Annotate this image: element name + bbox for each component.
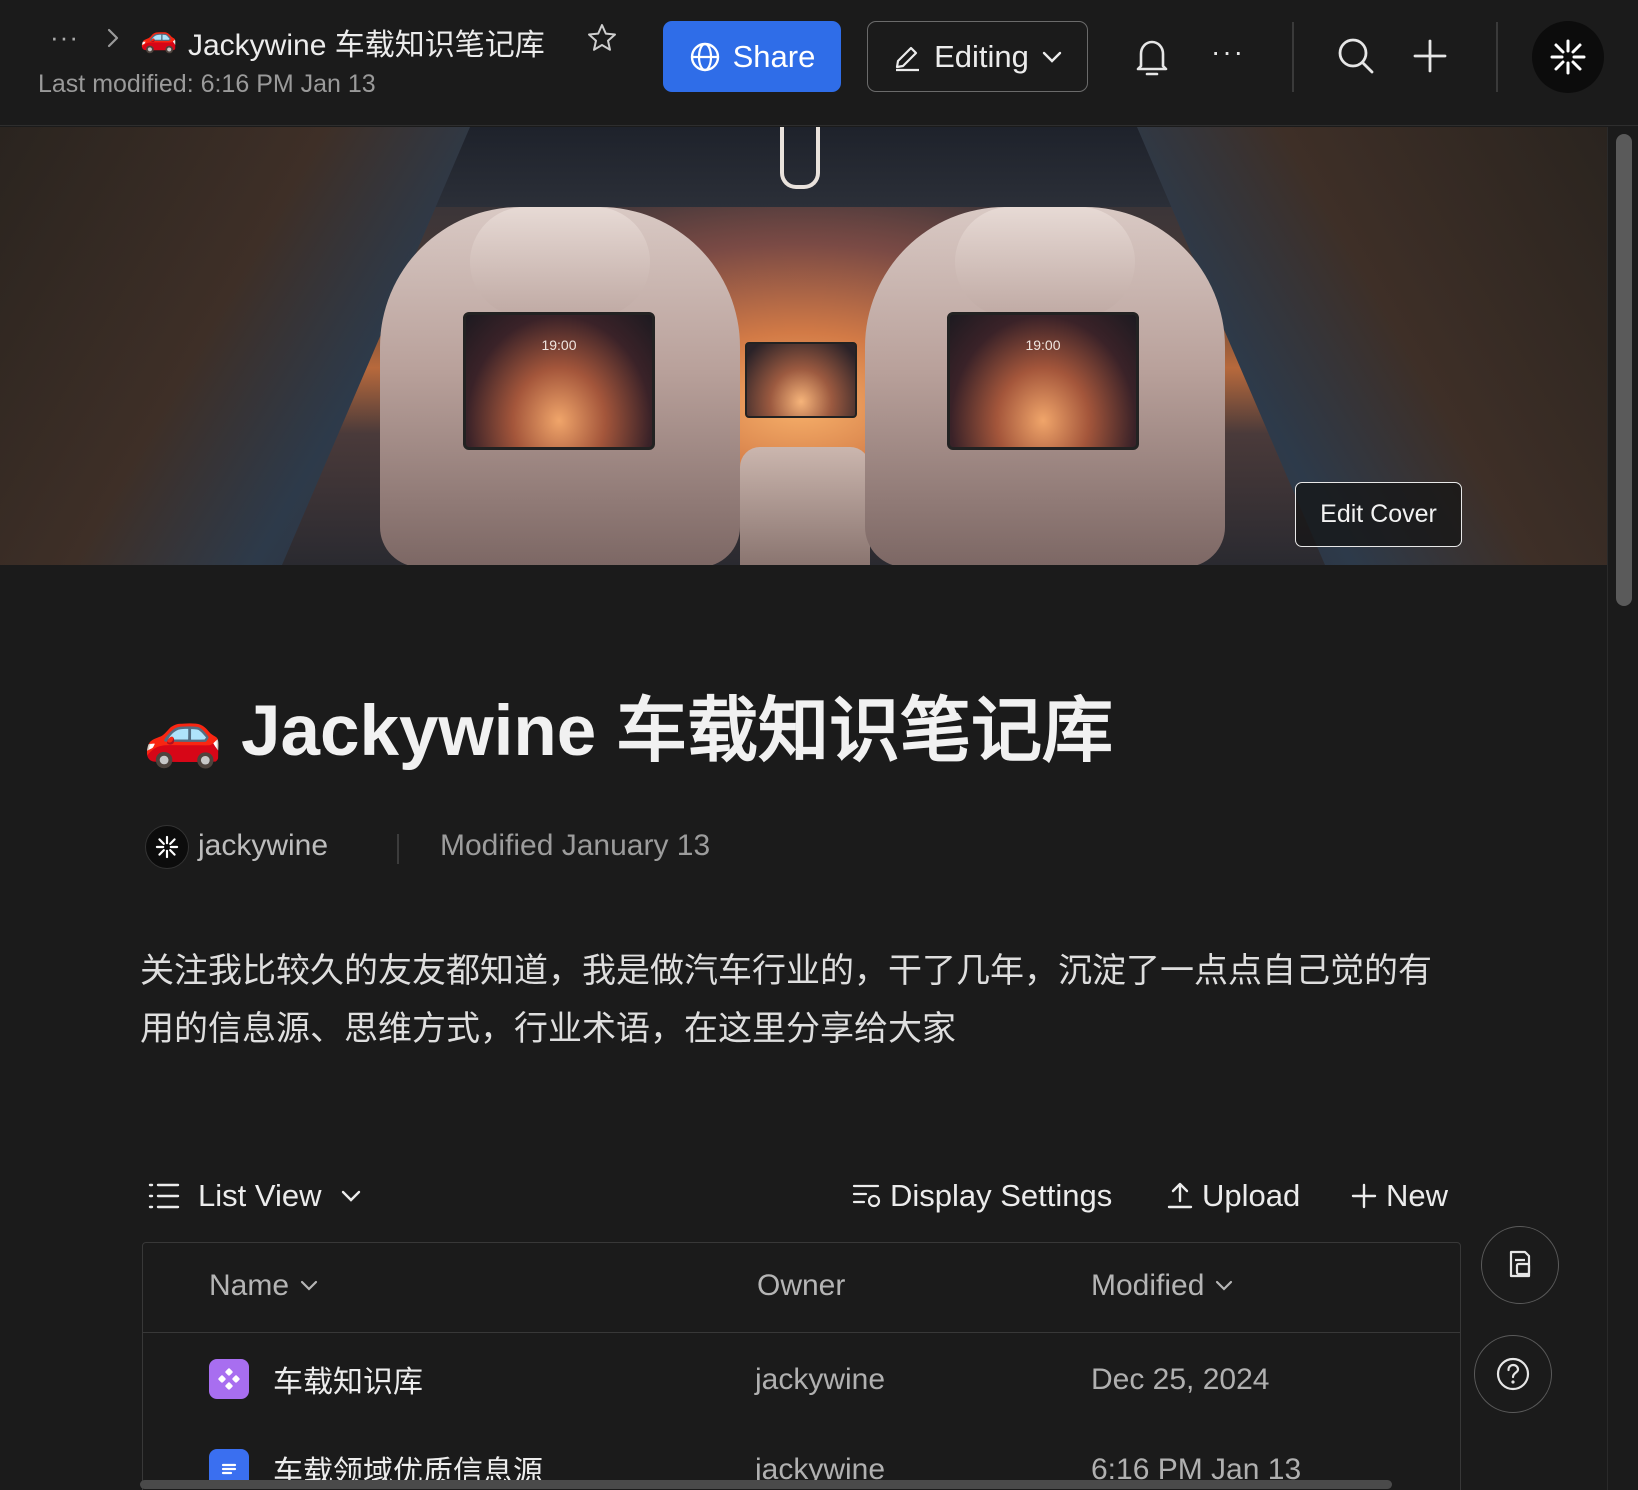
display-settings-button[interactable]: Display Settings: [852, 1176, 1112, 1216]
editing-label: Editing: [934, 38, 1029, 74]
view-switcher-dropdown[interactable]: List View: [148, 1176, 362, 1216]
rear-screen-right: 19:00: [947, 312, 1139, 450]
last-modified-text: Last modified: 6:16 PM Jan 13: [38, 70, 376, 98]
wiki-icon: [209, 1359, 249, 1399]
list-view-label: List View: [198, 1178, 322, 1213]
chevron-right-icon: [107, 28, 119, 48]
vertical-scrollbar[interactable]: [1616, 134, 1632, 606]
new-label: New: [1386, 1178, 1449, 1213]
search-icon: [1338, 38, 1374, 74]
new-button[interactable]: New: [1350, 1176, 1448, 1216]
table-header: Name Owner Modified: [143, 1243, 1460, 1333]
breadcrumb-doc-title[interactable]: Jackywine 车载知识笔记库: [188, 20, 545, 64]
top-bar: ··· 🚗 Jackywine 车载知识笔记库 Last modified: 6…: [0, 0, 1638, 126]
upload-button[interactable]: Upload: [1166, 1176, 1300, 1216]
bell-icon: [1136, 40, 1168, 76]
edit-cover-button[interactable]: Edit Cover: [1295, 482, 1462, 547]
owner-name[interactable]: jackywine: [198, 829, 328, 863]
file-table: Name Owner Modified 车载知识库 jackywine Dec …: [142, 1242, 1461, 1490]
table-row[interactable]: 车载知识库 jackywine Dec 25, 2024: [143, 1333, 1460, 1423]
plus-icon: [1413, 39, 1447, 73]
pencil-icon: [895, 46, 920, 71]
chevron-down-icon: [300, 1280, 318, 1291]
logo-asterisk-icon: [155, 835, 179, 859]
help-icon: [1496, 1357, 1530, 1391]
screen-time: 19:00: [1025, 337, 1061, 353]
upload-label: Upload: [1202, 1178, 1301, 1213]
doc-title-emoji-icon[interactable]: 🚗: [143, 693, 223, 773]
user-avatar[interactable]: [1532, 21, 1604, 93]
settings-sliders-icon: [852, 1184, 881, 1208]
doc-emoji-icon: 🚗: [140, 21, 178, 54]
center-console: [740, 447, 870, 565]
display-settings-label: Display Settings: [890, 1178, 1113, 1213]
document-outline-icon: [1509, 1250, 1531, 1278]
file-name: 车载知识库: [273, 1366, 423, 1399]
owner-avatar[interactable]: [145, 825, 189, 869]
outline-toggle-button[interactable]: [1481, 1226, 1559, 1304]
chevron-down-icon: [1216, 1280, 1233, 1291]
doc-description[interactable]: 关注我比较久的友友都知道，我是做汽车行业的，干了几年，沉淀了一点点自己觉的有用的…: [140, 942, 1460, 1058]
more-options-button[interactable]: ···: [1205, 32, 1251, 72]
column-header-modified[interactable]: Modified: [1091, 1269, 1234, 1303]
meta-divider: [397, 834, 399, 864]
notifications-button[interactable]: [1130, 34, 1174, 80]
upload-icon: [1167, 1182, 1193, 1209]
file-owner: jackywine: [755, 1363, 886, 1396]
share-label: Share: [732, 38, 816, 74]
page-title[interactable]: Jackywine 车载知识笔记库: [241, 688, 1113, 776]
list-icon: [148, 1183, 180, 1209]
star-icon[interactable]: [586, 22, 618, 54]
editing-mode-dropdown[interactable]: Editing: [867, 21, 1088, 92]
chevron-down-icon: [1042, 51, 1062, 63]
rear-screen-left: 19:00: [463, 312, 655, 450]
column-header-name[interactable]: Name: [209, 1269, 319, 1303]
plus-icon: [1351, 1183, 1377, 1209]
breadcrumb-more-button[interactable]: ···: [50, 22, 79, 53]
center-display: [745, 342, 857, 418]
column-header-owner: Owner: [757, 1269, 846, 1302]
help-button[interactable]: [1474, 1335, 1552, 1413]
horizontal-scrollbar[interactable]: [140, 1480, 1392, 1489]
screen-time: 19:00: [541, 337, 577, 353]
toolbar-divider: [1496, 22, 1498, 92]
share-button[interactable]: Share: [663, 21, 841, 92]
rearview-mirror: [780, 127, 820, 189]
file-modified: Dec 25, 2024: [1091, 1363, 1270, 1396]
toolbar-divider: [1292, 22, 1294, 92]
search-button[interactable]: [1334, 34, 1378, 78]
modified-date: Modified January 13: [440, 829, 711, 862]
logo-asterisk-icon: [1550, 39, 1586, 75]
globe-icon: [690, 42, 719, 71]
chevron-down-icon: [341, 1190, 360, 1202]
add-button[interactable]: [1410, 36, 1450, 76]
